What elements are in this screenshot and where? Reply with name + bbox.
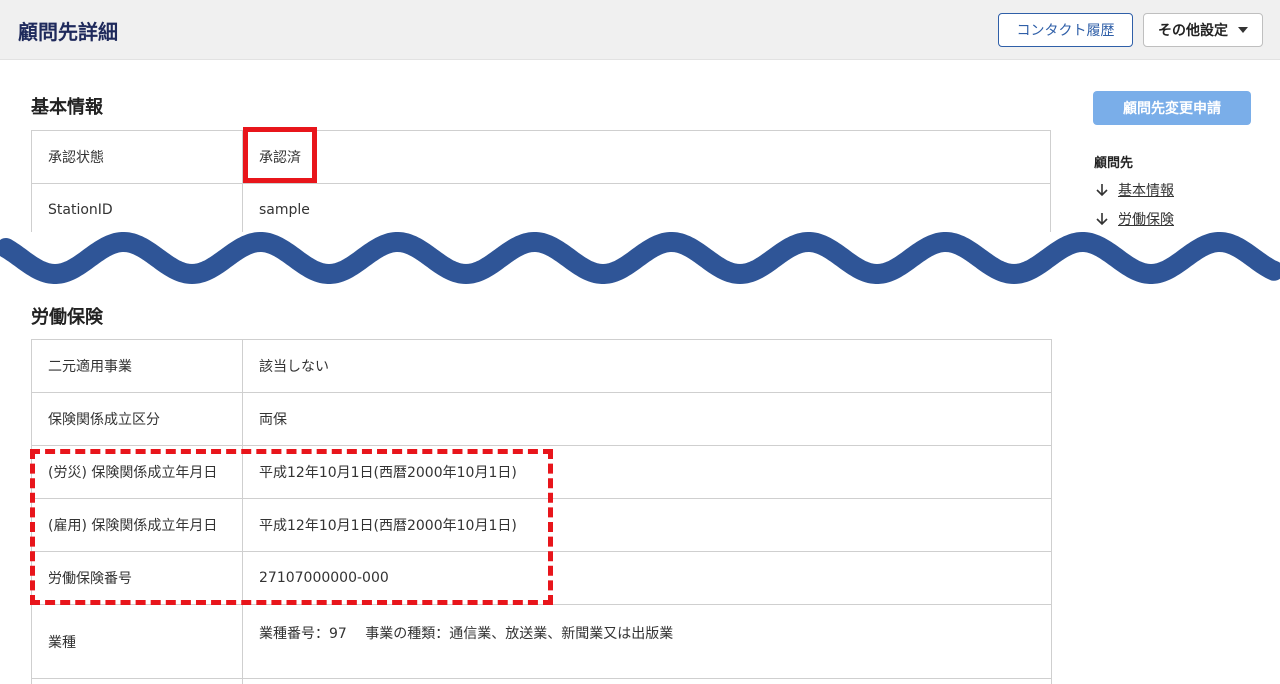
approval-status-value: 承認済 [243,131,1051,183]
row-label: 二元適用事業 [32,340,243,392]
contact-history-button[interactable]: コンタクト履歴 [998,13,1133,47]
wavy-cut-separator [0,232,1280,294]
sidebar-title: 顧問先 [1094,156,1134,171]
advisor-change-request-button[interactable]: 顧問先変更申請 [1093,91,1251,125]
section-title-basic-info: 基本情報 [31,97,103,118]
table-row: 二元適用事業 該当しない [32,340,1052,393]
row-value: 該当しない [243,340,1052,392]
highlight-dashed-box [30,449,553,605]
row-value: 両保 [243,393,1052,445]
page-header: 顧問先詳細 コンタクト履歴 その他設定 [0,0,1280,60]
sidebar-link-basic-info[interactable]: 基本情報 [1094,180,1174,200]
sidebar-link-label: 基本情報 [1118,183,1174,199]
caret-down-icon [1238,27,1248,33]
row-label: 保険関係成立区分 [32,393,243,445]
row-value: 業種番号：97 事業の種類：通信業、放送業、新聞業又は出版業 [243,605,1052,678]
table-row: 業種 業種番号：97 事業の種類：通信業、放送業、新聞業又は出版業 [32,605,1052,679]
section-title-labor-insurance: 労働保険 [31,307,103,328]
other-settings-label: その他設定 [1158,23,1228,39]
table-row: 保険関係成立区分 両保 [32,393,1052,446]
page-title: 顧問先詳細 [18,20,118,44]
row-label: 業種 [32,605,243,678]
row-label: 承認状態 [32,131,243,183]
other-settings-dropdown[interactable]: その他設定 [1143,13,1263,47]
table-row [32,679,1052,684]
table-row: 承認状態 承認済 [32,131,1051,184]
highlight-box [243,127,317,183]
arrow-down-icon [1096,184,1108,197]
